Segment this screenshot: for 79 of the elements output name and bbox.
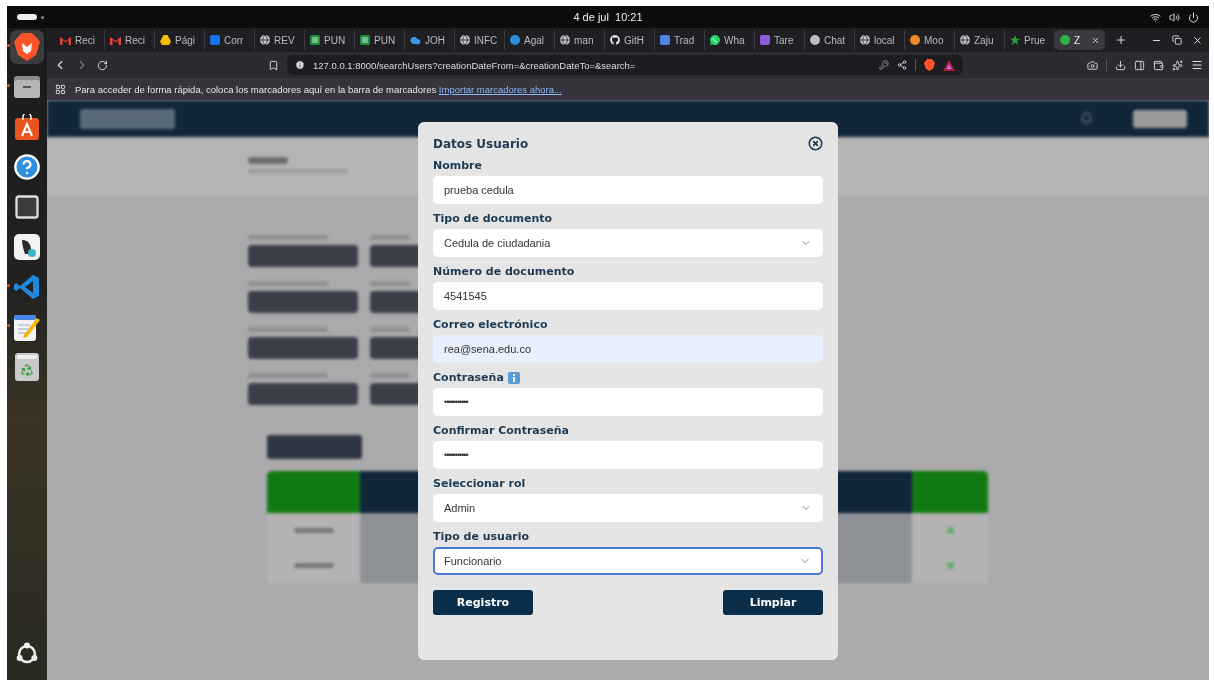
field-label: Nombre — [433, 159, 483, 172]
power-icon[interactable] — [1188, 11, 1199, 23]
url-text: 127.0.0.1:8000/searchUsers?creationDateFrom=&creationDateTo=&search= — [313, 59, 636, 71]
workspace-indicator[interactable] — [17, 14, 37, 20]
blurred-text — [293, 563, 334, 568]
browser-tab[interactable]: PUN — [355, 30, 405, 50]
grid-icon[interactable] — [55, 83, 66, 95]
sparkles-icon[interactable] — [1172, 59, 1183, 71]
app-grid-icon[interactable] — [15, 642, 39, 666]
wifi-icon[interactable] — [1150, 11, 1161, 23]
browser-tab[interactable]: Zaju — [955, 30, 1005, 50]
blurred-text — [370, 281, 410, 286]
browser-tab[interactable]: Corr — [205, 30, 255, 50]
blurred-text — [248, 157, 288, 164]
screenshot-icon[interactable] — [1087, 59, 1098, 71]
import-bookmarks-link[interactable]: Importar marcadores ahora... — [438, 83, 562, 95]
bell-icon — [1080, 112, 1093, 125]
browser-tab[interactable]: PUN — [305, 30, 355, 50]
triangle-icon[interactable] — [943, 59, 955, 71]
blurred-mark — [946, 527, 954, 534]
sidebar-icon[interactable] — [1134, 59, 1145, 71]
input-field[interactable]: ••••••••••• — [433, 388, 823, 416]
folder-icon[interactable] — [14, 76, 40, 98]
blurred-text — [370, 373, 410, 378]
restore-icon[interactable] — [1172, 34, 1182, 45]
blurred-mark — [946, 562, 954, 569]
browser-tab[interactable]: local — [855, 30, 905, 50]
wallet-icon[interactable] — [1153, 59, 1164, 71]
field-label: Contraseña — [433, 371, 504, 384]
register-button[interactable]: Registro — [433, 590, 533, 615]
dialog-title: Datos Usuario — [433, 136, 529, 151]
field-label: Número de documento — [433, 265, 576, 278]
close-icon[interactable] — [1192, 34, 1203, 46]
input-field[interactable]: 4541545 — [433, 282, 823, 310]
field-label: Tipo de documento — [433, 212, 554, 225]
select-field[interactable]: Funcionario — [433, 547, 823, 575]
info-icon[interactable] — [295, 60, 305, 70]
bookmark-icon[interactable] — [268, 59, 279, 71]
field-label: Correo electrónico — [433, 318, 549, 331]
address-field[interactable]: 127.0.0.1:8000/searchUsers?creationDateFrom=&creationDateTo=&search= — [287, 55, 963, 75]
browser-tab[interactable]: JOH — [405, 30, 455, 50]
field-label: Confirmar Contraseña — [433, 424, 570, 437]
browser-tab[interactable]: man — [555, 30, 605, 50]
clear-button[interactable]: Limpiar — [723, 590, 823, 615]
browser-tab[interactable]: INFC — [455, 30, 505, 50]
workspace-dot — [41, 15, 44, 19]
clock[interactable]: 4 de jul 10:21 — [573, 11, 643, 23]
browser-tab[interactable]: Reci — [55, 30, 105, 50]
input-field[interactable]: rea@sena.edu.co — [433, 335, 823, 363]
browser-tab[interactable]: REV — [255, 30, 305, 50]
browser-tab[interactable]: Wha — [705, 30, 755, 50]
menu-icon[interactable] — [1191, 59, 1203, 71]
share-icon[interactable] — [897, 60, 907, 70]
blurred-text — [370, 327, 410, 332]
input-field[interactable]: prueba cedula — [433, 176, 823, 204]
browser-tab[interactable]: Agal — [505, 30, 555, 50]
select-field[interactable]: Admin — [433, 494, 823, 522]
browser-tab[interactable]: Trad — [655, 30, 705, 50]
browser-tab[interactable]: Z — [1055, 30, 1105, 50]
browser-tab[interactable]: Reci — [105, 30, 155, 50]
browser-tab[interactable]: Tare — [755, 30, 805, 50]
field-label: Seleccionar rol — [433, 477, 527, 490]
volume-icon[interactable] — [1169, 11, 1180, 23]
blurred-text — [370, 235, 410, 240]
key-icon[interactable] — [879, 60, 889, 70]
browser-tab[interactable]: Pági — [155, 30, 205, 50]
field-label: Tipo de usuario — [433, 530, 531, 543]
browser-tab[interactable]: GitH — [605, 30, 655, 50]
new-tab-icon[interactable] — [1115, 34, 1127, 46]
select-field[interactable]: Cedula de ciudadania — [433, 229, 823, 257]
reload-icon[interactable] — [97, 59, 108, 71]
bookmarks-hint: Para acceder de forma rápida, coloca los marcadores aquí en la barra de marcadores Importar marcadores ahora... — [75, 83, 562, 95]
browser-tab[interactable]: Chat — [805, 30, 855, 50]
input-field[interactable]: ••••••••••• — [433, 441, 823, 469]
blurred-text — [293, 528, 334, 533]
download-icon[interactable] — [1115, 59, 1126, 71]
close-icon[interactable] — [1091, 35, 1100, 45]
browser-tab[interactable]: Moo — [905, 30, 955, 50]
close-icon[interactable] — [808, 136, 823, 151]
